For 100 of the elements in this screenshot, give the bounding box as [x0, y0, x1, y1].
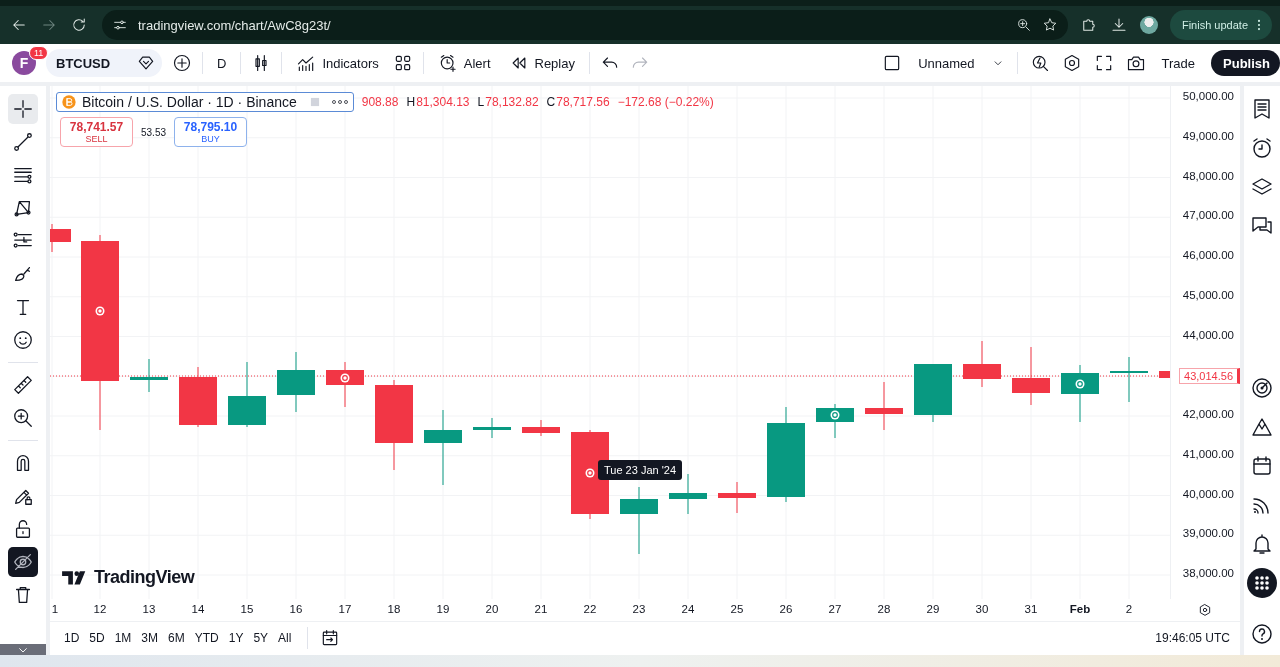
price-label: 42,000.00 — [1182, 408, 1234, 420]
candle — [865, 381, 903, 431]
last-price-label: 43,014.56 — [1179, 368, 1240, 384]
update-button[interactable]: Finish update — [1169, 10, 1272, 40]
range-button[interactable]: 1Y — [224, 625, 248, 652]
event-marker-icon[interactable] — [585, 468, 595, 478]
range-button[interactable]: 1D — [60, 625, 84, 652]
buy-button[interactable]: 78,795.10 BUY — [174, 117, 248, 147]
date-label: 20 — [485, 603, 499, 615]
indicators-button[interactable]: Indicators — [292, 48, 383, 78]
range-button[interactable]: 5D — [85, 625, 109, 652]
date-label: 28 — [877, 603, 891, 615]
price-axis[interactable]: 50,000.00 49,000.00 48,000.00 47,000.00 46,000.00 45,000.00 44,000.00 42,000.00 41,000.00 40,000.00 39,000.00 38,000.00 43,014.56 — [1170, 86, 1240, 599]
price-change: −172.68 (−0.22%) — [617, 95, 714, 109]
reload-icon[interactable] — [70, 16, 88, 34]
interval-button[interactable]: D — [213, 48, 231, 78]
range-button[interactable]: 5Y — [249, 625, 273, 652]
replay-button[interactable]: Replay — [504, 48, 579, 78]
date-label: 21 — [534, 603, 548, 615]
date-label: 19 — [436, 603, 450, 615]
price-label: 50,000.00 — [1182, 90, 1234, 102]
candle — [816, 403, 854, 439]
price-label: 46,000.00 — [1182, 249, 1234, 261]
candle — [50, 223, 71, 253]
date-label: 31 — [1024, 603, 1038, 615]
range-button[interactable]: 6M — [164, 625, 189, 652]
date-tooltip: Tue 23 Jan '24 — [598, 460, 683, 480]
date-label: 23 — [632, 603, 646, 615]
date-label: 27 — [828, 603, 842, 615]
sell-button[interactable]: 78,741.57 SELL — [60, 117, 133, 147]
date-label: 14 — [191, 603, 205, 615]
candle — [473, 417, 511, 439]
coin-icon — [61, 94, 77, 110]
candle — [1061, 364, 1099, 423]
price-label: 44,000.00 — [1182, 328, 1234, 341]
zoom-icon[interactable] — [1015, 17, 1032, 33]
range-button[interactable]: YTD — [190, 625, 223, 652]
symbol-legend[interactable]: Bitcoin / U.S. Dollar · 1D · Binance — [56, 92, 354, 112]
date-label: Feb — [1069, 603, 1091, 615]
price-label: 47,000.00 — [1182, 209, 1234, 222]
candle — [228, 361, 266, 428]
ohlc-value: C78,717.56 — [546, 95, 610, 109]
crosshair-icon[interactable] — [8, 94, 38, 124]
candle — [522, 419, 560, 437]
time-axis[interactable]: 1 12 13 14 15 16 17 18 19 20 21 22 23 24 25 26 27 28 29 30 31 Feb 2 — [50, 599, 1170, 621]
notification-badge: 11 — [29, 46, 49, 60]
date-label: 22 — [583, 603, 597, 615]
symbol-search[interactable]: BTCUSD — [46, 49, 162, 77]
trade-button[interactable]: Trade — [1157, 48, 1200, 78]
event-marker-icon[interactable] — [95, 306, 105, 316]
more-icon[interactable] — [330, 99, 349, 105]
date-label: 17 — [338, 603, 352, 615]
apps-grid-icon[interactable] — [1247, 568, 1277, 598]
spread-value: 53.53 — [141, 126, 167, 138]
candle — [620, 486, 658, 555]
download-icon[interactable] — [1109, 16, 1128, 34]
eye-off-icon[interactable] — [8, 547, 38, 577]
date-label: 30 — [975, 603, 989, 615]
candle — [130, 358, 168, 393]
date-label: 25 — [730, 603, 744, 615]
settings-icon[interactable] — [1197, 601, 1213, 618]
date-label: 15 — [240, 603, 254, 615]
event-marker-icon[interactable] — [340, 373, 350, 383]
publish-button[interactable]: Publish — [1211, 50, 1280, 76]
clock-text: 19:46:05 UTC — [1155, 631, 1230, 646]
price-label: 39,000.00 — [1182, 527, 1234, 540]
range-button[interactable]: 3M — [137, 625, 163, 652]
range-button[interactable]: 1M — [110, 625, 136, 652]
address-bar[interactable]: tradingview.com/chart/AwC8g23t/ — [102, 10, 1068, 40]
candle — [1110, 356, 1148, 403]
logo-text: TradingView — [94, 567, 195, 588]
date-label: 18 — [387, 603, 401, 615]
event-marker-icon[interactable] — [1075, 379, 1085, 389]
date-label: 16 — [289, 603, 303, 615]
candle — [914, 363, 952, 423]
date-label: 2 — [1125, 603, 1133, 615]
profile-avatar[interactable] — [1139, 16, 1158, 34]
range-button[interactable]: All — [274, 625, 296, 652]
price-label: 48,000.00 — [1182, 169, 1234, 182]
candle — [277, 351, 315, 413]
price-label: 49,000.00 — [1182, 129, 1234, 142]
candle — [669, 473, 707, 515]
price-label: 40,000.00 — [1182, 487, 1234, 500]
date-label: 26 — [779, 603, 793, 615]
price-label: 45,000.00 — [1182, 288, 1234, 301]
event-marker-icon[interactable] — [830, 410, 840, 420]
candle — [718, 481, 756, 514]
date-label: 12 — [93, 603, 107, 615]
url-text: tradingview.com/chart/AwC8g23t/ — [138, 17, 331, 33]
date-label: 13 — [142, 603, 156, 615]
add-symbol-icon[interactable] — [172, 53, 192, 73]
date-label: 29 — [926, 603, 940, 615]
layout-name-button[interactable]: Unnamed — [914, 48, 979, 78]
price-label: 38,000.00 — [1182, 567, 1234, 579]
price-label: 41,000.00 — [1182, 447, 1234, 460]
ohlc-value: 908.88 — [361, 95, 399, 109]
date-label: 24 — [681, 603, 695, 615]
alert-button[interactable]: Alert — [433, 48, 495, 78]
date-label: 1 — [51, 603, 59, 615]
bookmark-star-icon[interactable] — [1041, 17, 1058, 33]
